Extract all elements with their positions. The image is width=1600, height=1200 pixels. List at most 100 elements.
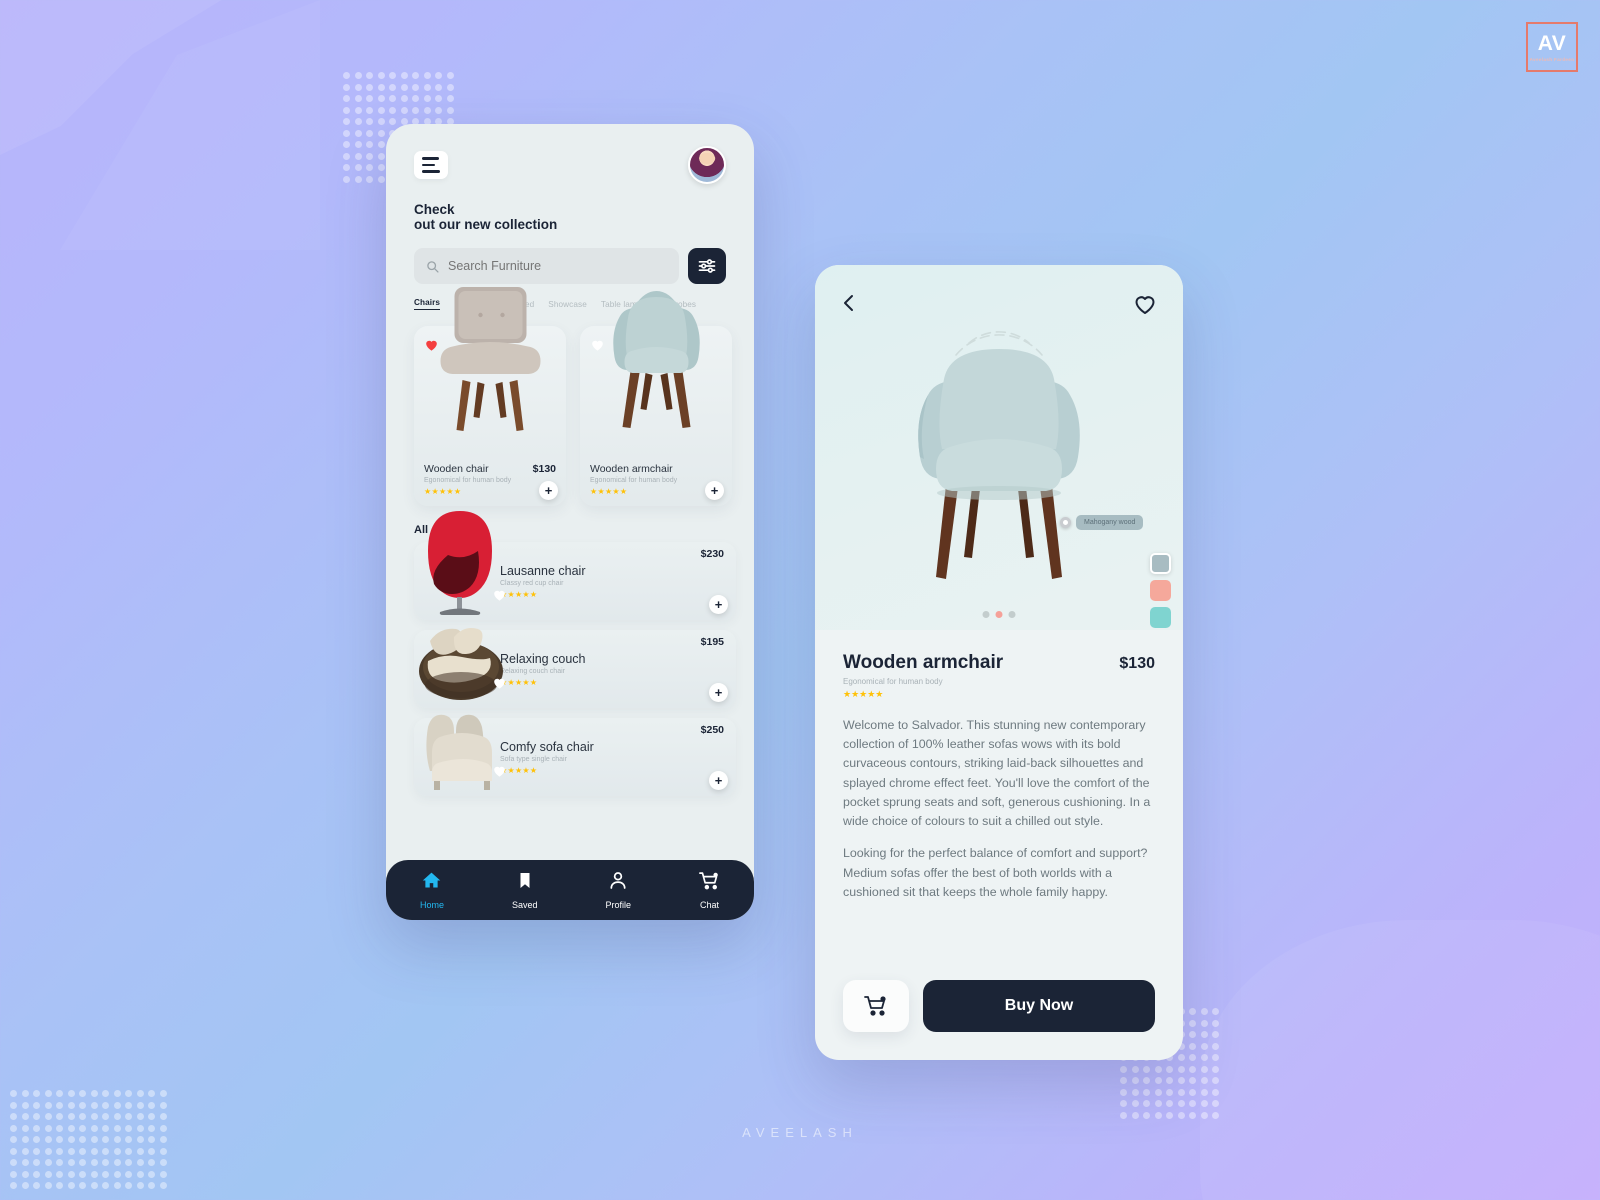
product-thumbnail [418,509,502,622]
material-tooltip-label: Mahogany wood [1076,515,1144,530]
product-name: Wooden armchair [590,463,673,476]
add-to-cart-button[interactable]: + [705,481,724,501]
product-rating-stars: ★★★★★ [500,677,538,687]
shopping-cart-icon [699,871,720,896]
product-hero: Mahogany wood [815,265,1183,630]
product-rating-stars: ★★★★★ [590,487,628,497]
logo-initials: AV [1537,31,1567,55]
product-description-paragraph-2: Looking for the perfect balance of comfo… [843,846,1148,899]
headline-line-1: Check [414,202,455,217]
favorite-toggle[interactable] [590,338,605,357]
nav-item-profile[interactable]: Profile [605,870,632,910]
buy-now-button[interactable]: Buy Now [923,980,1155,1032]
favorite-toggle[interactable] [492,764,507,783]
product-description: Classy red cup chair [500,579,564,587]
category-tab-showcase[interactable]: Showcase [548,300,587,309]
add-to-cart-button[interactable]: + [709,595,728,615]
product-price: $230 [700,548,724,561]
nav-item-label: Chat [699,899,719,910]
carousel-indicator [982,611,1016,618]
product-name: Relaxing couch [500,651,586,666]
product-rating-stars: ★★★★★ [424,487,462,497]
product-title: Wooden armchair [843,652,1004,673]
color-swatch-gray-blue[interactable] [1150,553,1171,574]
bookmark-icon [516,870,534,896]
nav-item-label: Saved [511,900,538,910]
product-rating-stars: ★★★★★ [500,589,538,599]
product-detail-screen: Mahogany wood Wooden armchair $130 Egono… [815,265,1183,1060]
product-price: $195 [700,636,724,649]
color-swatches [1150,553,1171,628]
hamburger-menu-icon[interactable] [414,151,448,179]
heart-icon[interactable] [424,338,439,352]
nav-item-chat[interactable]: Chat [699,871,720,910]
product-description-paragraph-1: Welcome to Salvador. This stunning new c… [843,718,1151,829]
phone-home-screen: Check out our new collection ChairsSofaT… [386,124,754,920]
product-description: Relaxing couch chair [500,667,565,675]
add-to-cart-button[interactable]: + [709,683,728,703]
featured-product-card[interactable]: Wooden armchair Egonomical for human body… [580,291,732,507]
nav-item-label: Home [419,900,444,910]
table-row[interactable]: Comfy sofa chair Sofa type single chair ★★… [414,714,736,797]
favorite-toggle[interactable] [492,588,507,607]
product-description: Sofa type single chair [500,755,567,763]
carousel-dot[interactable] [1008,611,1016,618]
color-swatch-salmon[interactable] [1150,580,1171,601]
product-image [918,331,1080,579]
logo-subtitle: Aveelash Fardeen [1529,56,1575,62]
product-description: Egonomical for human body [424,477,512,485]
person-icon [608,870,628,896]
nav-item-saved[interactable]: Saved [512,870,538,910]
product-list: Lausanne chair Classy red cup chair ★★★★★ $… [386,511,754,797]
table-row[interactable]: Lausanne chair Classy red cup chair ★★★★★ $… [414,511,736,621]
background-shape-bottom-right [1200,920,1600,1200]
product-rating-stars: ★★★★★ [500,765,538,775]
background-shape-top-left [0,0,320,174]
search-input[interactable] [448,259,667,274]
favorite-toggle[interactable] [424,338,439,357]
bottom-navigation: Home Saved Profile Chat [386,860,754,920]
product-price: $250 [700,724,724,737]
nav-item-label: Profile [605,900,632,910]
product-price: $130 [1119,655,1155,672]
heart-outline-icon[interactable] [1133,293,1157,315]
add-to-cart-button[interactable]: + [709,771,728,791]
heart-icon[interactable] [492,764,507,778]
carousel-dot[interactable] [995,611,1003,618]
product-rating-stars: ★★★★★ [843,689,884,699]
add-to-cart-button[interactable] [843,980,909,1032]
page-title: Check out our new collection [414,202,726,232]
heart-icon[interactable] [492,588,507,602]
shopping-cart-icon [864,996,886,1016]
carousel-dot[interactable] [982,611,990,618]
product-name: Comfy sofa chair [500,739,594,754]
product-thumbnail [420,709,506,798]
add-to-cart-button[interactable]: + [539,481,558,501]
material-tooltip[interactable]: Mahogany wood [1060,515,1144,530]
table-row[interactable]: Relaxing couch Relaxing couch chair ★★★★★ $… [414,628,736,709]
search-icon [427,260,439,273]
user-avatar[interactable] [688,146,726,184]
chevron-left-icon[interactable] [841,293,857,313]
dot-grid-bottom-left [10,1090,170,1190]
product-subtitle: Egonomical for human body [843,677,943,686]
background-shape-secondary [60,0,320,250]
material-hotspot-dot[interactable] [1060,517,1071,528]
product-thumbnail [433,285,548,450]
heart-icon[interactable] [590,338,605,352]
product-actions: Buy Now [815,980,1183,1060]
product-info: Wooden armchair $130 Egonomical for huma… [815,630,1183,980]
color-swatch-teal[interactable] [1150,607,1171,628]
nav-item-home[interactable]: Home [420,870,444,910]
featured-products: Wooden chair $130 Egonomical for human bod… [386,287,754,507]
product-name: Wooden chair [424,463,489,476]
headline-line-2: out our new collection [414,217,558,233]
featured-product-card[interactable]: Wooden chair $130 Egonomical for human bod… [414,287,566,507]
product-description: Egonomical for human body [590,477,678,485]
heart-icon[interactable] [492,676,507,690]
favorite-toggle[interactable] [492,676,507,695]
product-thumbnail [599,279,714,444]
product-price: $130 [532,463,556,476]
product-name: Lausanne chair [500,563,586,578]
home-icon [421,870,442,896]
